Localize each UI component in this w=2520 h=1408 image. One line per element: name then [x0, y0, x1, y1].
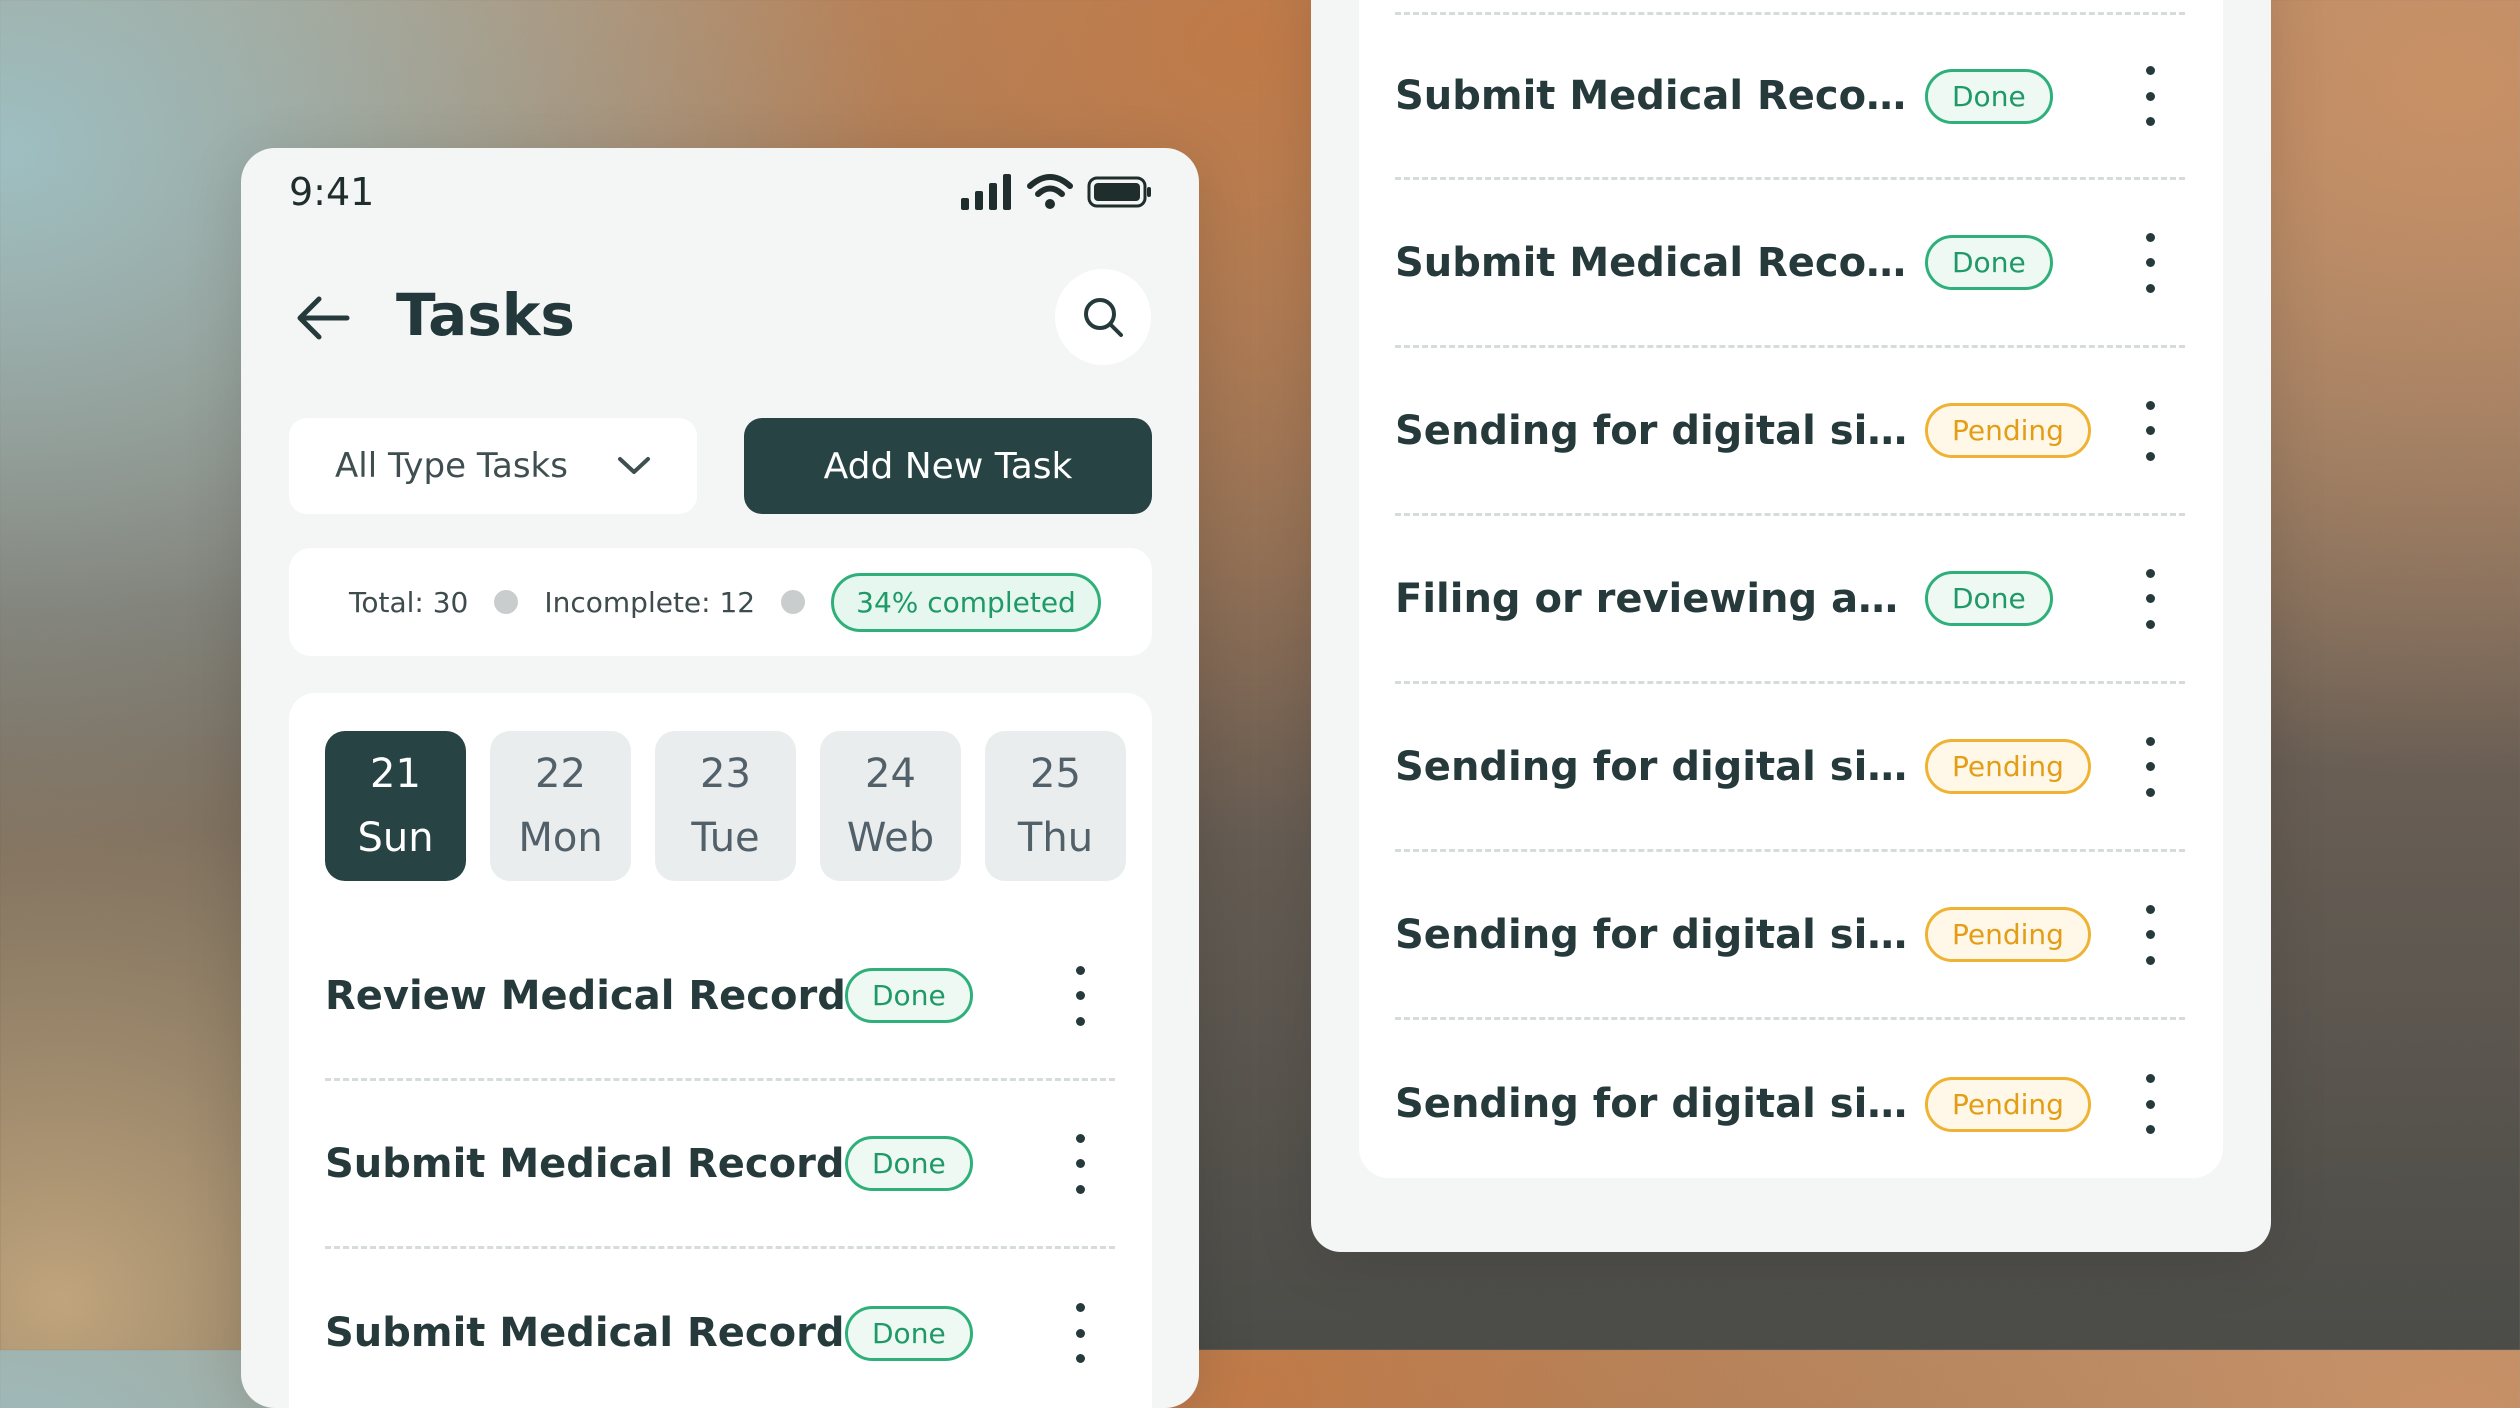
- chevron-down-icon: [618, 457, 650, 474]
- status-badge: Pending: [1925, 1076, 2091, 1132]
- more-vertical-icon[interactable]: [1065, 1303, 1095, 1363]
- separator-dot: [781, 590, 806, 614]
- tasks-screen: 9:41 Tasks All Type Tasks Add New Task T…: [241, 148, 1199, 1408]
- day-name: Mon: [518, 815, 603, 861]
- status-badge: Done: [1925, 68, 2053, 124]
- task-row[interactable]: Submit Medical Records Done: [325, 1081, 1115, 1249]
- battery-icon: [1087, 176, 1151, 208]
- filter-label: All Type Tasks: [335, 446, 568, 486]
- day-number: 21: [370, 751, 421, 797]
- calendar-panel: 21 Sun 22 Mon 23 Tue 24 Web 25 Thu Revie…: [289, 693, 1152, 1408]
- status-badge: Done: [1925, 235, 2053, 290]
- status-icons: [961, 174, 1153, 210]
- more-vertical-icon[interactable]: [2135, 736, 2165, 797]
- more-vertical-icon[interactable]: [2135, 568, 2165, 629]
- task-summary: Total: 30 Incomplete: 12 34% completed: [289, 548, 1152, 656]
- day-21[interactable]: 21 Sun: [325, 731, 466, 881]
- back-button[interactable]: [293, 293, 353, 343]
- status-badge: Pending: [1925, 403, 2091, 458]
- task-title: Sending for digital signa...: [1395, 407, 1925, 454]
- task-title: Submit Medical Records: [1395, 239, 1925, 286]
- day-name: Web: [846, 815, 935, 861]
- task-row[interactable]: Submit Medical Records Done: [1395, 12, 2185, 180]
- task-row[interactable]: Sending for digital signa... Pending: [1395, 348, 2185, 516]
- task-title: Submit Medical Records: [1395, 73, 1925, 119]
- task-title: Sending for digital signa...: [1395, 911, 1925, 958]
- task-row[interactable]: Sending for digital signa... Pending: [1395, 1020, 2185, 1178]
- more-vertical-icon[interactable]: [2135, 232, 2165, 293]
- search-button[interactable]: [1055, 269, 1151, 365]
- status-badge: Pending: [1925, 907, 2091, 962]
- separator-dot: [494, 590, 519, 614]
- day-23[interactable]: 23 Tue: [655, 731, 796, 881]
- more-vertical-icon[interactable]: [1065, 1133, 1095, 1194]
- task-list-card: Submit Medical Records Done Submit Medic…: [1311, 0, 2271, 1252]
- status-badge: Done: [1925, 571, 2053, 626]
- status-badge: Pending: [1925, 739, 2091, 794]
- day-number: 23: [700, 751, 751, 797]
- more-vertical-icon[interactable]: [2135, 904, 2165, 965]
- day-number: 24: [865, 751, 916, 797]
- more-vertical-icon[interactable]: [1065, 965, 1095, 1026]
- day-24[interactable]: 24 Web: [820, 731, 961, 881]
- status-badge: Done: [845, 1305, 973, 1361]
- day-name: Tue: [691, 815, 760, 861]
- task-row[interactable]: Submit Medical Records Done: [325, 1249, 1115, 1408]
- task-row[interactable]: Sending for digital signa... Pending: [1395, 684, 2185, 852]
- task-title: Filing or reviewing appe...: [1395, 575, 1925, 622]
- more-vertical-icon[interactable]: [2135, 66, 2165, 126]
- wifi-icon: [1027, 174, 1073, 209]
- status-time: 9:41: [289, 170, 375, 214]
- status-badge: Done: [845, 1136, 973, 1191]
- arrow-left-icon: [297, 296, 350, 340]
- task-title: Submit Medical Records: [325, 1310, 845, 1356]
- day-name: Sun: [357, 815, 434, 861]
- app-header: Tasks: [241, 263, 1199, 373]
- task-list: Review Medical Records Done Submit Medic…: [325, 913, 1115, 1408]
- search-icon: [1084, 298, 1123, 337]
- task-title: Sending for digital signa...: [1395, 743, 1925, 790]
- task-list-panel: Submit Medical Records Done Submit Medic…: [1359, 0, 2223, 1178]
- task-title: Sending for digital signa...: [1395, 1081, 1925, 1127]
- day-25[interactable]: 25 Thu: [985, 731, 1126, 881]
- signal-icon: [961, 174, 1011, 210]
- day-22[interactable]: 22 Mon: [490, 731, 631, 881]
- day-number: 25: [1030, 751, 1081, 797]
- task-title: Review Medical Records: [325, 972, 845, 1019]
- more-vertical-icon[interactable]: [2135, 1074, 2165, 1134]
- task-row[interactable]: Sending for digital signa... Pending: [1395, 852, 2185, 1020]
- page-title: Tasks: [396, 281, 575, 349]
- incomplete-count: Incomplete: 12: [544, 585, 756, 619]
- add-new-task-button[interactable]: Add New Task: [744, 418, 1152, 514]
- task-type-filter[interactable]: All Type Tasks: [289, 418, 697, 514]
- status-badge: Done: [845, 968, 973, 1023]
- day-number: 22: [535, 751, 586, 797]
- total-count: Total: 30: [349, 585, 469, 619]
- day-name: Thu: [1017, 815, 1094, 861]
- task-row[interactable]: Filing or reviewing appe... Done: [1395, 516, 2185, 684]
- more-vertical-icon[interactable]: [2135, 400, 2165, 461]
- task-list: Submit Medical Records Done Submit Medic…: [1395, 12, 2185, 1178]
- task-title: Submit Medical Records: [325, 1140, 845, 1187]
- completed-badge: 34% completed: [831, 572, 1101, 632]
- task-row[interactable]: Submit Medical Records Done: [1395, 180, 2185, 348]
- status-bar: 9:41: [241, 148, 1199, 238]
- day-selector: 21 Sun 22 Mon 23 Tue 24 Web 25 Thu: [325, 731, 1126, 881]
- task-row[interactable]: Review Medical Records Done: [325, 913, 1115, 1081]
